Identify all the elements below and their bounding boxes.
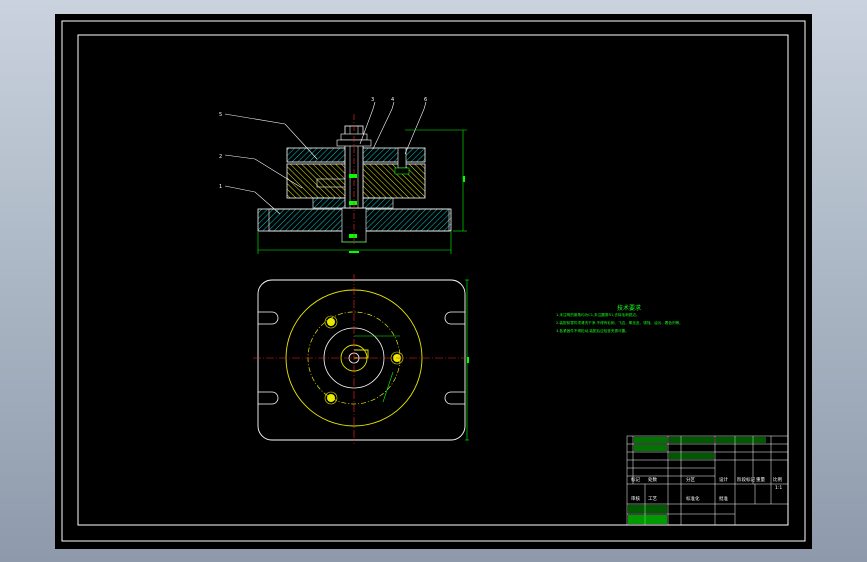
balloon-2: 2	[219, 154, 222, 160]
tb-label-standard: 标准化	[686, 497, 700, 502]
technical-requirement-1: 1.未注明的倒角均为C1,未注圆角R1,去除毛刺锐边。	[556, 313, 640, 317]
balloon-6: 6	[424, 97, 427, 103]
tb-label-process: 工艺	[648, 497, 657, 502]
tb-label-zone: 分区	[686, 478, 695, 483]
balloon-1: 1	[219, 184, 222, 190]
tb-label-mark: 标记	[631, 478, 640, 483]
tb-label-review: 审核	[631, 497, 640, 502]
technical-requirement-3: 3.各紧固件不得松动,装配后应检查夹紧可靠。	[556, 329, 629, 333]
tb-label-approve: 批准	[719, 497, 728, 502]
technical-requirement-2: 2.装配前零件须清洗干净,不得有毛刺、飞边、氧化皮、锈蚀、油污、着色剂等。	[556, 321, 683, 325]
drawing-viewport[interactable]: 5 2 1 3 4 6 技术要求 1.未注明的倒角均为C1,未注圆角R1,去除毛…	[55, 14, 812, 549]
cad-drawing: 5 2 1 3 4 6	[61, 20, 806, 542]
tb-label-design: 设计	[719, 478, 728, 483]
outer-frame	[61, 20, 806, 542]
balloon-4: 4	[391, 97, 394, 103]
tb-label-scale: 比例	[773, 478, 782, 483]
top-view	[253, 274, 470, 444]
tb-label-weight: 重量	[756, 478, 765, 483]
balloon-3: 3	[371, 97, 374, 103]
technical-requirements-title: 技术要求	[617, 305, 642, 312]
tb-label-stage: 阶段标记	[737, 478, 755, 483]
tb-label-count: 处数	[648, 478, 657, 483]
front-section-view: 5 2 1 3 4 6	[219, 97, 467, 254]
top-view-base	[257, 279, 466, 441]
balloon-5: 5	[219, 112, 222, 118]
tb-scale-value: 1:1	[775, 486, 783, 491]
